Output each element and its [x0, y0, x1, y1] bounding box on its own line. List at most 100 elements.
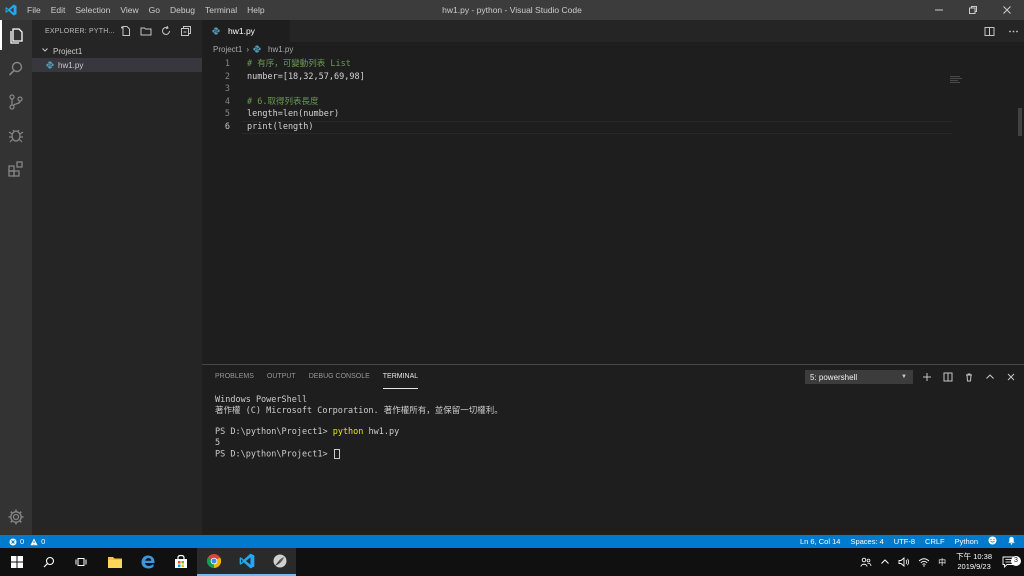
cursor-position[interactable]: Ln 6, Col 14 — [800, 537, 840, 546]
line-number: 5 — [224, 109, 230, 120]
editor-actions — [982, 20, 1020, 42]
speaker-icon — [898, 557, 910, 567]
menu-view[interactable]: View — [115, 0, 143, 20]
tab-debug-console[interactable]: DEBUG CONSOLE — [309, 365, 370, 389]
terminal-output[interactable]: Windows PowerShell 著作權 (C) Microsoft Cor… — [215, 395, 503, 460]
tab-problems[interactable]: PROBLEMS — [215, 365, 254, 389]
indentation[interactable]: Spaces: 4 — [850, 537, 883, 546]
breadcrumb-file[interactable]: hw1.py — [253, 45, 293, 54]
collapse-all-icon — [181, 26, 191, 36]
folder-icon — [107, 557, 122, 568]
tab-output[interactable]: OUTPUT — [267, 365, 296, 389]
chrome-taskbar-button[interactable] — [197, 548, 230, 576]
ime-indicator[interactable]: 中 — [934, 557, 950, 568]
line-number: 4 — [224, 96, 230, 107]
manage-button[interactable] — [0, 502, 32, 532]
terminal-command: python — [332, 427, 364, 438]
title-bar: File Edit Selection View Go Debug Termin… — [0, 0, 1024, 20]
source-control-button[interactable] — [0, 87, 32, 117]
close-button[interactable] — [990, 0, 1024, 20]
menu-debug[interactable]: Debug — [165, 0, 200, 20]
explorer-sidebar: EXPLORER: PYTH... Project1 hw1.py — [32, 20, 202, 535]
feedback-button[interactable] — [988, 536, 997, 547]
new-folder-button[interactable] — [138, 23, 154, 39]
restore-icon — [969, 6, 977, 14]
split-editor-button[interactable] — [982, 24, 996, 38]
kill-terminal-button[interactable] — [962, 370, 976, 384]
debug-button[interactable] — [0, 120, 32, 150]
new-file-button[interactable] — [118, 23, 134, 39]
new-file-icon — [121, 26, 130, 36]
code-text: number=[18,32,57,69,98] — [247, 71, 365, 82]
minimize-button[interactable] — [922, 0, 956, 20]
split-terminal-button[interactable] — [941, 370, 955, 384]
volume-button[interactable] — [894, 557, 914, 567]
store-taskbar-button[interactable] — [164, 548, 197, 576]
taskbar-search-button[interactable] — [32, 548, 65, 576]
terminal-select[interactable]: 5: powershell ▼ — [805, 370, 913, 384]
explorer-button[interactable] — [0, 20, 32, 50]
file-explorer-taskbar-button[interactable] — [98, 548, 131, 576]
line-number: 3 — [224, 84, 230, 95]
project-folder[interactable]: Project1 — [32, 44, 202, 58]
breadcrumb-folder[interactable]: Project1 — [213, 45, 242, 54]
file-item-hw1[interactable]: hw1.py — [32, 58, 202, 72]
caret-down-icon: ▼ — [901, 374, 907, 380]
notification-badge: 3 — [1011, 556, 1021, 566]
task-view-button[interactable] — [64, 548, 97, 576]
source-control-icon — [9, 94, 23, 110]
menu-edit[interactable]: Edit — [46, 0, 71, 20]
split-terminal-icon — [943, 372, 953, 382]
code-editor[interactable]: 1 # 有序，可變動列表 List 2 number=[18,32,57,69,… — [202, 58, 1012, 358]
collapse-all-button[interactable] — [178, 23, 194, 39]
network-button[interactable] — [914, 557, 934, 567]
error-count: 0 — [20, 537, 25, 546]
end-of-line[interactable]: CRLF — [925, 537, 945, 546]
people-button[interactable] — [856, 557, 876, 567]
editor-scrollbar[interactable] — [1018, 108, 1022, 136]
maximize-panel-button[interactable] — [983, 370, 997, 384]
vscode-taskbar-button[interactable] — [230, 548, 263, 576]
restore-button[interactable] — [956, 0, 990, 20]
terminal-line: PS D:\python\Project1> python hw1.py — [215, 427, 503, 438]
more-actions-button[interactable] — [1006, 24, 1020, 38]
feather-icon — [273, 554, 286, 568]
show-hidden-icons-button[interactable] — [876, 557, 894, 567]
action-center-button[interactable]: 3 — [998, 556, 1024, 568]
panel-actions — [920, 365, 1018, 389]
language-mode[interactable]: Python — [955, 537, 978, 546]
menu-selection[interactable]: Selection — [70, 0, 115, 20]
menu-help[interactable]: Help — [242, 0, 269, 20]
terminal-cursor — [333, 448, 340, 459]
edge-taskbar-button[interactable] — [131, 548, 164, 576]
code-text: # 6.取得列表長度 — [247, 96, 319, 107]
tab-terminal[interactable]: TERMINAL — [382, 365, 419, 389]
menu-bar: File Edit Selection View Go Debug Termin… — [22, 0, 270, 20]
line-number: 6 — [224, 121, 230, 132]
menu-go[interactable]: Go — [144, 0, 165, 20]
encoding[interactable]: UTF-8 — [894, 537, 915, 546]
menu-terminal[interactable]: Terminal — [200, 0, 242, 20]
code-line: 1 # 有序，可變動列表 List — [202, 58, 1012, 71]
new-terminal-button[interactable] — [920, 370, 934, 384]
refresh-button[interactable] — [158, 23, 174, 39]
breadcrumb-chevron-icon: › — [246, 44, 250, 54]
code-line: 5 length=len(number) — [202, 108, 1012, 121]
terminal-prompt: PS D:\python\Project1> — [215, 427, 333, 438]
close-panel-button[interactable] — [1004, 370, 1018, 384]
python-idle-taskbar-button[interactable] — [263, 548, 296, 576]
menu-file[interactable]: File — [22, 0, 46, 20]
extensions-button[interactable] — [0, 154, 32, 184]
code-text: print(length) — [247, 121, 314, 132]
explorer-actions — [118, 23, 202, 39]
search-icon — [8, 61, 23, 76]
notifications-button[interactable] — [1007, 536, 1016, 547]
start-button[interactable] — [0, 548, 33, 576]
minimap[interactable] — [950, 76, 964, 84]
problems-indicator[interactable]: 0 0 — [0, 537, 45, 546]
clock[interactable]: 下午 10:38 2019/9/23 — [950, 552, 998, 572]
edge-icon — [141, 555, 154, 569]
tab-hw1[interactable]: hw1.py — [202, 20, 290, 42]
search-button[interactable] — [0, 54, 32, 84]
refresh-icon — [162, 25, 170, 35]
